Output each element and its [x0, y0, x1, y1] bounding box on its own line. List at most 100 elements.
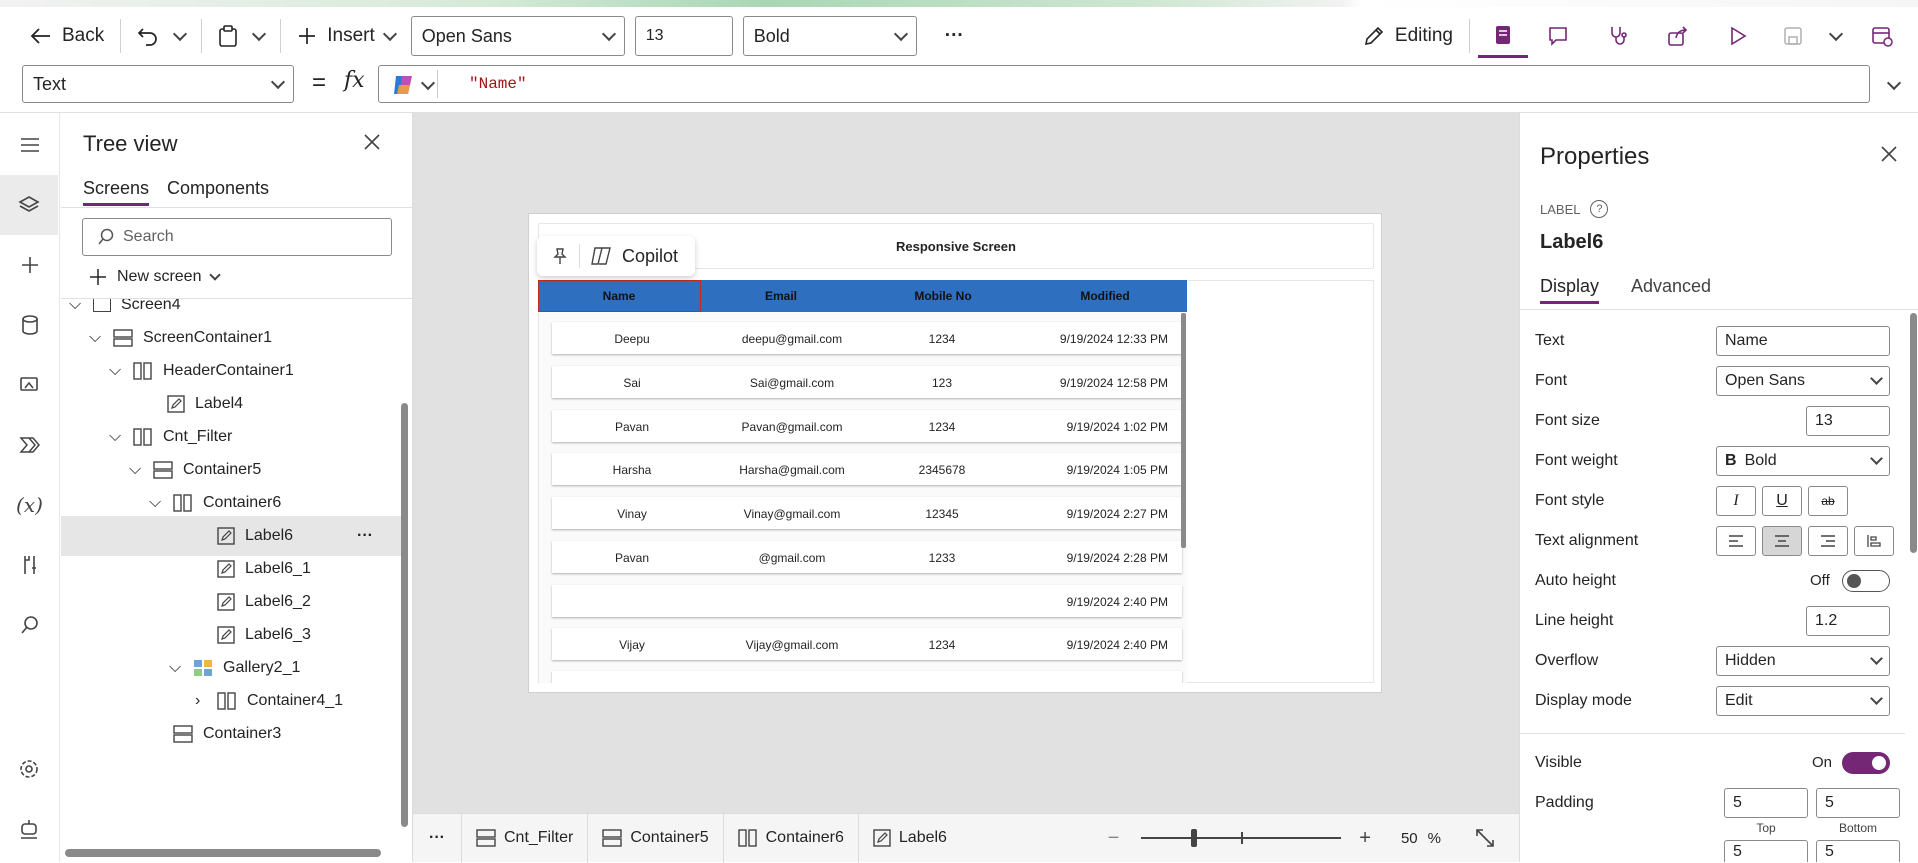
breadcrumb-item-container5[interactable]: Container5: [588, 813, 724, 863]
paste-button[interactable]: [210, 16, 246, 56]
formula-input[interactable]: "Name": [378, 65, 1870, 103]
padding-right-input[interactable]: 5: [1816, 840, 1900, 862]
zoom-in-button[interactable]: +: [1359, 827, 1371, 850]
list-item[interactable]: Vijay Vijay@gmail.com 1234 9/19/2024 2:40 P…: [552, 628, 1182, 660]
publish-button[interactable]: [1854, 16, 1910, 56]
list-item[interactable]: Harsha Harsha@gmail.com 2345678 9/19/2024 1…: [552, 453, 1182, 485]
chevron-down-icon: [1886, 75, 1902, 90]
advanced-tools-button[interactable]: [0, 535, 59, 595]
power-automate-button[interactable]: [0, 415, 59, 475]
tree-horizontal-scrollbar[interactable]: [65, 849, 381, 857]
properties-scrollbar[interactable]: [1910, 313, 1917, 553]
tree-view-button[interactable]: [0, 175, 58, 235]
tools-icon: [20, 554, 40, 576]
insert-button[interactable]: Insert: [289, 16, 403, 56]
list-item[interactable]: Pavan @gmail.com 1233 9/19/2024 2:28 PM: [552, 541, 1182, 573]
virtual-agent-button[interactable]: [0, 799, 58, 859]
list-item[interactable]: [552, 671, 1182, 683]
font-dropdown[interactable]: Open Sans: [410, 16, 625, 56]
comments-button[interactable]: [1528, 16, 1588, 56]
label-icon: [217, 626, 235, 644]
display-mode-dropdown[interactable]: Edit: [1716, 686, 1890, 716]
editing-mode-button[interactable]: Editing: [1355, 16, 1461, 56]
zoom-out-button[interactable]: −: [1108, 827, 1120, 850]
help-icon[interactable]: ?: [1590, 200, 1609, 218]
undo-button[interactable]: [129, 16, 167, 56]
zoom-thumb[interactable]: [1191, 829, 1198, 847]
align-center-button[interactable]: [1762, 526, 1802, 556]
breadcrumb-item-label6[interactable]: Label6: [859, 814, 961, 863]
auto-height-toggle[interactable]: [1842, 570, 1890, 592]
save-dropdown-button[interactable]: [1818, 16, 1854, 56]
search-placeholder: Search: [123, 228, 174, 245]
strikethrough-button[interactable]: ab: [1808, 486, 1848, 516]
font-weight-property-dropdown[interactable]: B Bold: [1716, 446, 1890, 476]
font-size-property-input[interactable]: 13: [1806, 406, 1890, 436]
align-right-button[interactable]: [1808, 526, 1848, 556]
breadcrumb-item-cnt-filter[interactable]: Cnt_Filter: [462, 813, 589, 863]
italic-button[interactable]: I: [1716, 486, 1756, 516]
tree-search-box[interactable]: Search: [82, 218, 392, 256]
gallery-scrollbar[interactable]: [1181, 313, 1186, 548]
zoom-slider[interactable]: [1141, 828, 1342, 848]
tree-node-container3[interactable]: Container3: [163, 714, 281, 754]
tree-vertical-scrollbar[interactable]: [401, 403, 408, 827]
app-checker-button[interactable]: [1588, 16, 1648, 56]
data-button[interactable]: [0, 295, 59, 355]
copilot-button[interactable]: Copilot: [590, 246, 678, 267]
more-commands-button[interactable]: ···: [937, 16, 972, 56]
share-button[interactable]: [1648, 16, 1708, 56]
variables-button[interactable]: (x): [0, 475, 59, 535]
selected-label6-outline[interactable]: [538, 280, 701, 312]
underline-button[interactable]: U: [1762, 486, 1802, 516]
header-modified: Modified: [1080, 289, 1130, 303]
font-weight-dropdown[interactable]: Bold: [742, 16, 917, 56]
settings-button[interactable]: [0, 739, 58, 799]
back-button[interactable]: Back: [22, 16, 112, 56]
tab-components[interactable]: Components: [167, 178, 269, 199]
copilot-formula-button[interactable]: [391, 74, 436, 96]
notes-button[interactable]: [1478, 14, 1528, 58]
tab-advanced[interactable]: Advanced: [1631, 276, 1711, 297]
tab-display[interactable]: Display: [1540, 276, 1600, 304]
list-item[interactable]: Deepu deepu@gmail.com 1234 9/19/2024 12:33 …: [552, 322, 1182, 354]
property-dropdown[interactable]: Text: [22, 65, 294, 103]
overflow-dropdown[interactable]: Hidden: [1716, 646, 1890, 676]
expand-formula-button[interactable]: [1882, 73, 1906, 97]
text-input[interactable]: Name: [1716, 326, 1890, 356]
node-more-button[interactable]: ···: [357, 527, 373, 545]
search-rail-button[interactable]: [0, 595, 59, 655]
gallery[interactable]: Deepu deepu@gmail.com 1234 9/19/2024 12:33 …: [539, 313, 1187, 683]
media-button[interactable]: [0, 355, 59, 415]
insert-rail-button[interactable]: [0, 235, 59, 295]
list-item[interactable]: 9/19/2024 2:40 PM: [552, 585, 1182, 617]
breadcrumb-item-container6[interactable]: Container6: [724, 813, 859, 863]
font-size-input[interactable]: 13: [634, 16, 733, 56]
fit-to-window-button[interactable]: [1475, 828, 1495, 848]
list-item[interactable]: Sai Sai@gmail.com 123 9/19/2024 12:58 PM: [552, 366, 1182, 398]
visible-toggle[interactable]: [1842, 752, 1890, 774]
new-screen-button[interactable]: New screen: [89, 268, 222, 286]
font-property-dropdown[interactable]: Open Sans: [1716, 366, 1890, 396]
pin-button[interactable]: [551, 247, 569, 265]
paste-dropdown-button[interactable]: [246, 16, 272, 56]
align-justify-button[interactable]: [1854, 526, 1894, 556]
list-item[interactable]: Vinay Vinay@gmail.com 12345 9/19/2024 2:27 …: [552, 497, 1182, 529]
menu-button[interactable]: [0, 115, 59, 175]
close-properties-button[interactable]: [1880, 145, 1898, 168]
padding-bottom-input[interactable]: 5: [1816, 788, 1900, 818]
tab-screens[interactable]: Screens: [83, 178, 150, 206]
label-icon: [217, 593, 235, 611]
bold-icon: B: [1725, 452, 1737, 469]
align-left-button[interactable]: [1716, 526, 1756, 556]
chevron-down-icon: [601, 26, 616, 41]
save-button[interactable]: [1768, 16, 1818, 56]
close-tree-button[interactable]: [363, 133, 381, 156]
preview-button[interactable]: [1708, 16, 1768, 56]
undo-dropdown-button[interactable]: [167, 16, 193, 56]
line-height-input[interactable]: 1.2: [1806, 606, 1890, 636]
padding-left-input[interactable]: 5: [1724, 840, 1808, 862]
list-item[interactable]: Pavan Pavan@gmail.com 1234 9/19/2024 1:02 P…: [552, 410, 1182, 442]
padding-top-input[interactable]: 5: [1724, 788, 1808, 818]
breadcrumb-more-button[interactable]: ···: [413, 813, 462, 863]
